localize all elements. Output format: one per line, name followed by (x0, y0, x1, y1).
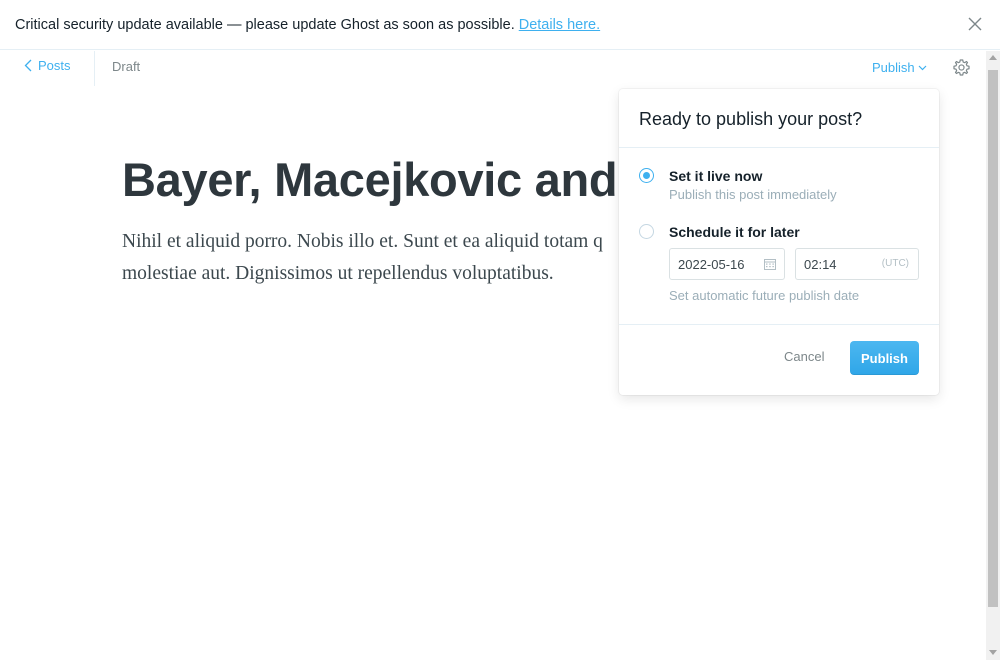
popover-title: Ready to publish your post? (639, 109, 863, 129)
header-divider (94, 51, 95, 86)
publish-button[interactable]: Publish (850, 341, 919, 375)
post-status: Draft (112, 59, 141, 74)
chevron-left-icon (24, 59, 32, 72)
schedule-time-value: 02:14 (804, 257, 837, 272)
schedule-later-radio[interactable] (639, 224, 654, 239)
publish-popover: Ready to publish your post? Set it live … (619, 89, 939, 395)
cancel-button[interactable]: Cancel (784, 349, 824, 364)
back-link-label: Posts (38, 58, 71, 73)
banner-message: Critical security update available — ple… (15, 16, 515, 33)
close-icon[interactable] (966, 15, 984, 33)
publish-menu-trigger[interactable]: Publish (872, 60, 927, 75)
gear-icon[interactable] (952, 58, 971, 77)
post-title[interactable]: Bayer, Macejkovic and C (122, 150, 664, 210)
calendar-icon[interactable] (764, 258, 776, 270)
timezone-label: (UTC) (881, 258, 909, 269)
publish-menu-label: Publish (872, 60, 915, 75)
schedule-later-label[interactable]: Schedule it for later (669, 224, 800, 240)
schedule-date-input[interactable]: 2022-05-16 (669, 248, 785, 280)
post-body[interactable]: Nihil et aliquid porro. Nobis illo et. S… (122, 226, 662, 290)
publish-now-label[interactable]: Set it live now (669, 168, 762, 184)
back-to-posts-link[interactable]: Posts (24, 58, 71, 73)
scroll-down-arrow[interactable] (989, 650, 997, 655)
chevron-down-icon (918, 65, 927, 70)
popover-footer-divider (619, 324, 939, 325)
publish-now-description: Publish this post immediately (669, 187, 837, 202)
scroll-up-arrow[interactable] (989, 55, 997, 60)
popover-divider (619, 147, 939, 148)
editor-header: Posts Draft Publish (0, 51, 986, 87)
security-update-banner: Critical security update available — ple… (0, 0, 1000, 50)
schedule-time-input[interactable]: 02:14 (UTC) (795, 248, 919, 280)
publish-now-radio[interactable] (639, 168, 654, 183)
schedule-date-value: 2022-05-16 (678, 257, 745, 272)
schedule-hint: Set automatic future publish date (669, 288, 860, 303)
scroll-thumb[interactable] (988, 70, 998, 607)
banner-details-link[interactable]: Details here. (519, 17, 600, 33)
page-scrollbar[interactable] (986, 51, 1000, 660)
